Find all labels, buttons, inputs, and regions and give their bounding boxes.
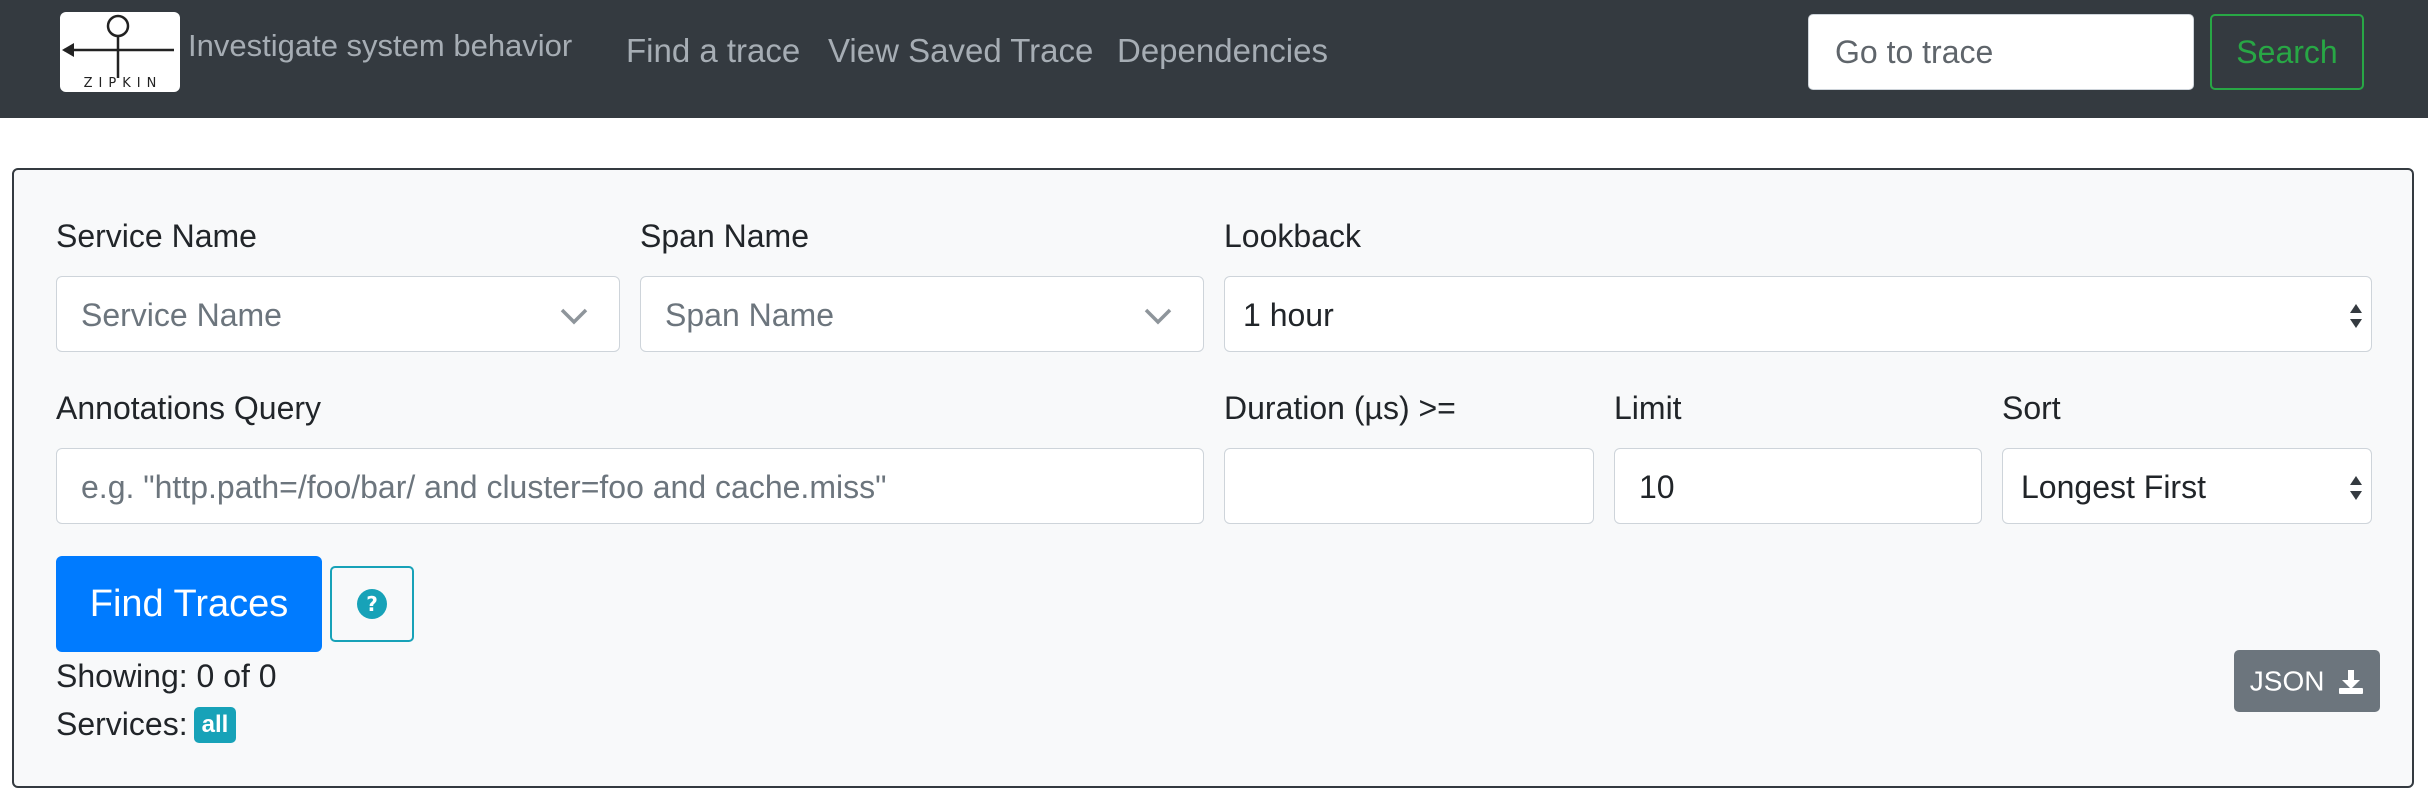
limit-value: 10 <box>1639 469 1675 505</box>
sort-select[interactable]: Longest First <box>2002 448 2372 524</box>
showing-count: Showing: 0 of 0 <box>56 658 277 694</box>
help-button[interactable]: ? <box>330 566 414 642</box>
annotations-query-placeholder: e.g. "http.path=/foo/bar/ and cluster=fo… <box>81 469 887 505</box>
json-label: JSON <box>2249 665 2325 697</box>
nav-link-dependencies[interactable]: Dependencies <box>1117 32 1328 70</box>
lookback-select[interactable]: 1 hour <box>1224 276 2372 352</box>
goto-trace-input[interactable] <box>1808 14 2194 90</box>
limit-label: Limit <box>1614 390 1682 426</box>
svg-text:?: ? <box>366 592 378 616</box>
zipkin-logo[interactable]: ZIPKIN <box>60 12 180 92</box>
duration-input[interactable] <box>1224 448 1594 524</box>
search-button[interactable]: Search <box>2210 14 2364 90</box>
sort-value: Longest First <box>2021 469 2206 505</box>
sort-label: Sort <box>2002 390 2061 426</box>
select-arrows-icon <box>2350 476 2362 500</box>
service-name-select[interactable]: Service Name <box>56 276 620 352</box>
service-name-placeholder: Service Name <box>81 297 282 333</box>
select-arrows-icon <box>2350 304 2362 328</box>
chevron-down-icon <box>1144 308 1172 325</box>
span-name-placeholder: Span Name <box>665 297 834 333</box>
service-name-label: Service Name <box>56 218 257 254</box>
annotations-query-label: Annotations Query <box>56 390 322 426</box>
services-badge-all[interactable]: all <box>193 707 237 743</box>
services-filter: Services: all <box>56 706 237 743</box>
question-circle-icon: ? <box>357 589 387 619</box>
navbar: ZIPKIN Investigate system behavior Find … <box>0 0 2428 118</box>
trace-search-form: Service Name Service Name Span Name Span… <box>12 168 2414 788</box>
services-label: Services: <box>56 706 188 742</box>
logo-text: ZIPKIN <box>83 76 163 91</box>
span-name-label: Span Name <box>640 218 809 254</box>
nav-link-view-saved-trace[interactable]: View Saved Trace <box>828 32 1093 70</box>
download-icon <box>2339 669 2364 694</box>
chevron-down-icon <box>560 308 588 325</box>
span-name-select[interactable]: Span Name <box>640 276 1204 352</box>
duration-label: Duration (µs) >= <box>1224 390 1456 426</box>
nav-link-find-trace[interactable]: Find a trace <box>626 32 800 70</box>
annotations-query-input[interactable]: e.g. "http.path=/foo/bar/ and cluster=fo… <box>56 448 1204 524</box>
lookback-value: 1 hour <box>1243 297 1334 333</box>
find-traces-button[interactable]: Find Traces <box>56 556 322 652</box>
tagline: Investigate system behavior <box>188 28 573 63</box>
lookback-label: Lookback <box>1224 218 1361 254</box>
json-download-button[interactable]: JSON <box>2234 650 2380 712</box>
limit-input[interactable]: 10 <box>1614 448 1982 524</box>
